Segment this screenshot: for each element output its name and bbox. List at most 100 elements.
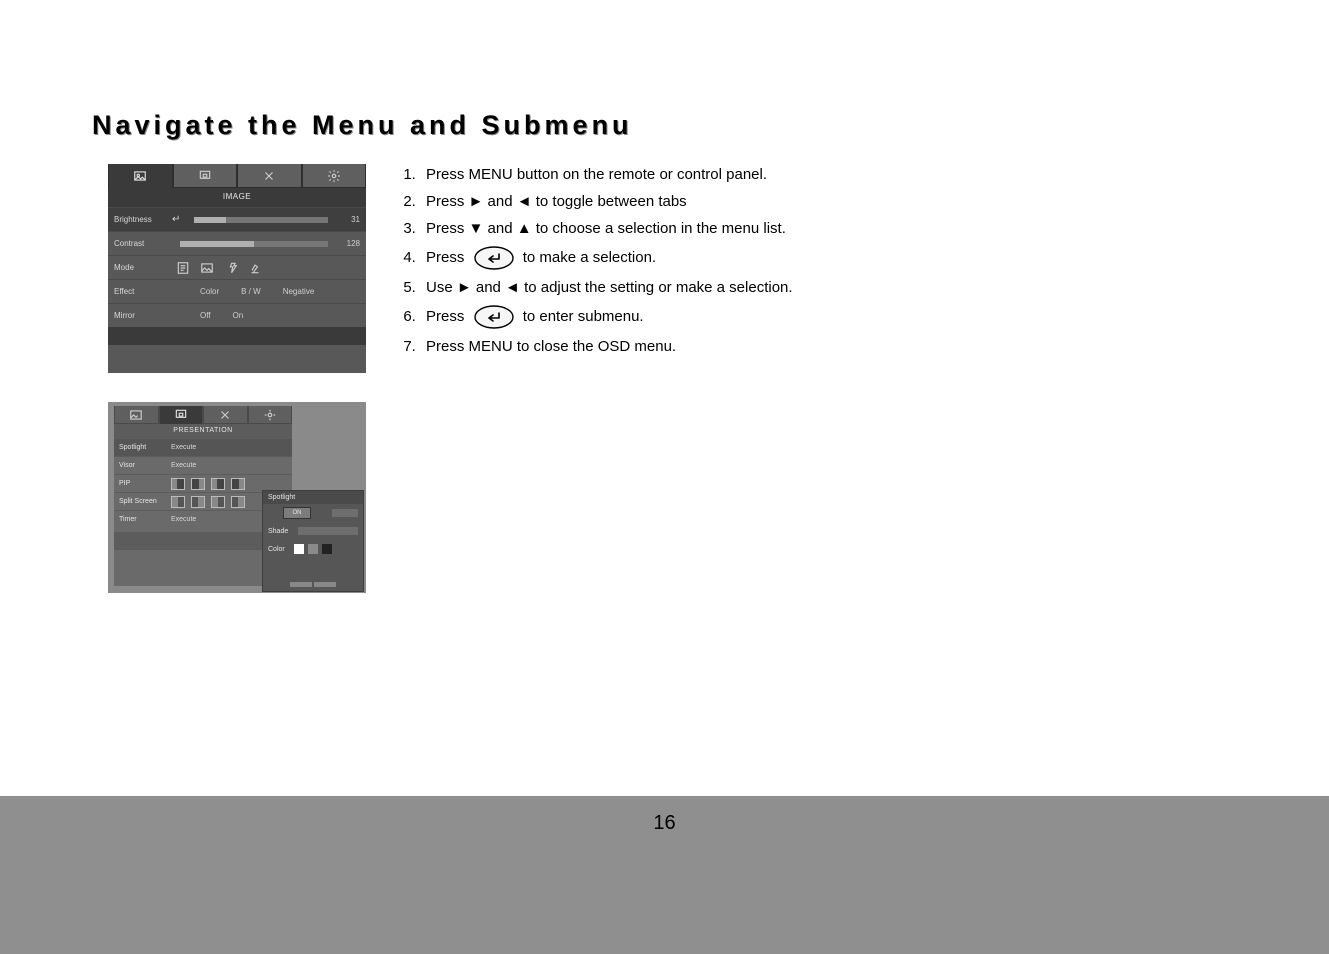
pip-icons [171, 478, 245, 490]
tab-settings-icon [302, 164, 367, 188]
effect-label: Effect [114, 287, 172, 296]
osd-presentation-tabs [114, 406, 292, 424]
prow-visor: Visor Execute [114, 456, 292, 474]
osd-image-tabs [108, 164, 366, 188]
submenu-on-row: ON [263, 504, 363, 522]
osd-image-title: IMAGE [108, 188, 366, 207]
osd-row-mirror: Mirror Off On [108, 303, 366, 327]
step-1-text: Press MENU button on the remote or contr… [426, 166, 767, 183]
step-7: Press MENU to close the OSD menu. [420, 336, 1130, 357]
timer-value: Execute [171, 516, 196, 523]
mirror-options: Off On [172, 311, 243, 320]
spotlight-label: Spotlight [119, 444, 171, 451]
mode-icons [172, 261, 262, 275]
contrast-value: 128 [336, 239, 360, 248]
submenu-shade-row: Shade [263, 522, 363, 540]
mirror-opt-on: On [233, 311, 244, 320]
split-icon-4 [231, 496, 245, 508]
instruction-list: Press MENU button on the remote or contr… [390, 164, 1130, 363]
step-5-text: Use ► and ◄ to adjust the setting or mak… [426, 279, 793, 296]
split-label: Split Screen [119, 498, 171, 505]
submenu-title: Spotlight [263, 491, 363, 504]
step-4b-text: to make a selection. [523, 249, 656, 266]
tab-presentation-icon [173, 164, 238, 188]
submenu-shade-value [298, 527, 358, 535]
mode-motion-icon [224, 261, 238, 275]
submenu-shade-label: Shade [268, 528, 294, 535]
visor-label: Visor [119, 462, 171, 469]
step-7-text: Press MENU to close the OSD menu. [426, 338, 676, 355]
tab-tools-icon [237, 164, 302, 188]
tab2-settings-icon [248, 406, 293, 424]
step-3-text: Press ▼ and ▲ to choose a selection in t… [426, 220, 786, 237]
mirror-opt-off: Off [200, 311, 211, 320]
submenu-color-swatches [294, 544, 332, 554]
split-icon-1 [171, 496, 185, 508]
timer-label: Timer [119, 516, 171, 523]
submenu-footer-bar-1 [290, 582, 312, 587]
submenu-off-box [332, 509, 358, 517]
visor-value: Execute [171, 462, 196, 469]
osd-row-mode: Mode [108, 255, 366, 279]
submenu-color-label: Color [268, 546, 294, 553]
brightness-value: 31 [336, 215, 360, 224]
osd-presentation-menu: PRESENTATION Spotlight Execute Visor Exe… [108, 402, 366, 593]
submenu-color-row: Color [263, 540, 363, 558]
contrast-slider [180, 241, 328, 247]
submenu-on-box: ON [283, 507, 311, 519]
swatch-3 [322, 544, 332, 554]
mirror-label: Mirror [114, 311, 172, 320]
spotlight-value: Execute [171, 444, 196, 451]
tab2-image-icon [114, 406, 159, 424]
pip-icon-2 [191, 478, 205, 490]
enter-button-icon-2 [473, 304, 515, 330]
effect-opt-negative: Negative [283, 287, 315, 296]
pip-icon-3 [211, 478, 225, 490]
osd-image-footer [108, 327, 366, 345]
step-5: Use ► and ◄ to adjust the setting or mak… [420, 277, 1130, 298]
swatch-1 [294, 544, 304, 554]
step-6a-text: Press [426, 308, 469, 325]
step-4: Press to make a selection. [420, 245, 1130, 271]
effect-options: Color B / W Negative [172, 287, 314, 296]
document-page: Navigate the Menu and Submenu IMAGE Brig… [0, 0, 1329, 954]
pip-icon-1 [171, 478, 185, 490]
enter-button-icon [473, 245, 515, 271]
step-2-text: Press ► and ◄ to toggle between tabs [426, 193, 687, 210]
prow-spotlight: Spotlight Execute [114, 438, 292, 456]
step-3: Press ▼ and ▲ to choose a selection in t… [420, 218, 1130, 239]
enter-glyph-icon: ↵ [172, 214, 180, 225]
osd-row-brightness: Brightness ↵ 31 [108, 207, 366, 231]
mode-picture-icon [200, 261, 214, 275]
spotlight-submenu: Spotlight ON Shade Color [262, 490, 364, 592]
brightness-label: Brightness [114, 215, 172, 224]
contrast-label: Contrast [114, 239, 172, 248]
tab2-presentation-icon [159, 406, 204, 424]
step-2: Press ► and ◄ to toggle between tabs [420, 191, 1130, 212]
mode-label: Mode [114, 263, 172, 272]
submenu-footer-bar-2 [314, 582, 336, 587]
split-icons [171, 496, 245, 508]
submenu-footer [263, 582, 363, 587]
step-4a-text: Press [426, 249, 469, 266]
pip-label: PIP [119, 480, 171, 487]
effect-opt-bw: B / W [241, 287, 261, 296]
osd-row-effect: Effect Color B / W Negative [108, 279, 366, 303]
tab-image-icon [108, 164, 173, 188]
page-number: 16 [0, 812, 1329, 835]
tab2-tools-icon [203, 406, 248, 424]
step-6b-text: to enter submenu. [523, 308, 644, 325]
page-heading: Navigate the Menu and Submenu [92, 110, 633, 141]
osd-row-contrast: Contrast 128 [108, 231, 366, 255]
effect-opt-color: Color [200, 287, 219, 296]
osd-image-menu: IMAGE Brightness ↵ 31 Contrast 128 Mode … [108, 164, 366, 373]
brightness-slider [194, 217, 328, 223]
osd-presentation-title: PRESENTATION [114, 424, 292, 438]
pip-icon-4 [231, 478, 245, 490]
split-icon-2 [191, 496, 205, 508]
step-1: Press MENU button on the remote or contr… [420, 164, 1130, 185]
split-icon-3 [211, 496, 225, 508]
step-6: Press to enter submenu. [420, 304, 1130, 330]
swatch-2 [308, 544, 318, 554]
mode-microscope-icon [248, 261, 262, 275]
